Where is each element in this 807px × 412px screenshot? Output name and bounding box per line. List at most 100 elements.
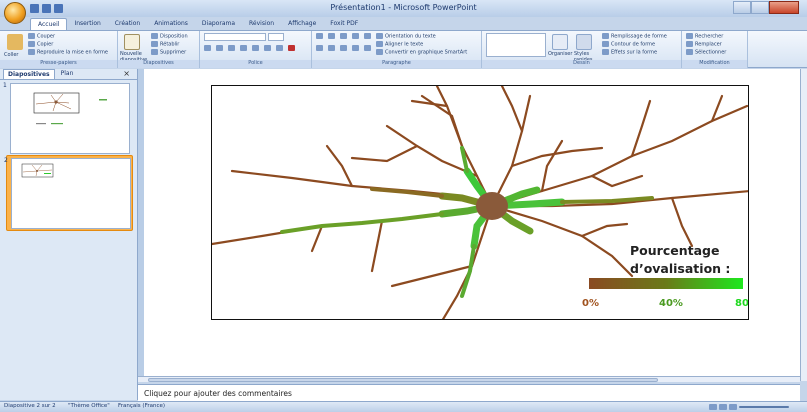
group-caption: Diapositives <box>118 60 199 68</box>
reset-icon <box>151 41 158 47</box>
find-button[interactable]: Rechercher <box>686 33 723 40</box>
notes-pane[interactable]: Cliquez pour ajouter des commentaires <box>138 384 800 401</box>
zoom-slider[interactable] <box>739 406 789 408</box>
shape-outline-button[interactable]: Contour de forme <box>602 41 655 48</box>
view-controls <box>709 404 789 410</box>
tab-creation[interactable]: Création <box>108 18 147 30</box>
arrange-icon[interactable] <box>552 34 568 50</box>
bullets-icon[interactable] <box>316 33 323 39</box>
align-text-icon <box>376 41 383 47</box>
normal-view-icon[interactable] <box>709 404 717 410</box>
replace-button[interactable]: Remplacer <box>686 41 722 48</box>
slide-thumbnail-2[interactable]: 2 <box>4 155 133 231</box>
list-buttons <box>316 33 373 39</box>
ribbon: Coller Couper Copier Reproduire la mise … <box>0 30 807 68</box>
format-painter-button[interactable]: Reproduire la mise en forme <box>28 49 108 56</box>
italic-icon[interactable] <box>216 45 223 51</box>
slide-number: 2 <box>4 157 8 164</box>
sorter-view-icon[interactable] <box>719 404 727 410</box>
legend-tick-0: 0% <box>582 298 599 309</box>
justify-icon[interactable] <box>352 45 359 51</box>
ribbon-tabs: Accueil Insertion Création Animations Di… <box>30 18 365 30</box>
group-font: Police <box>200 31 312 68</box>
layout-button[interactable]: Disposition <box>151 33 188 40</box>
font-size-select[interactable] <box>268 33 284 41</box>
shapes-gallery[interactable] <box>486 33 546 57</box>
tab-revision[interactable]: Révision <box>242 18 281 30</box>
tab-accueil[interactable]: Accueil <box>30 18 68 30</box>
close-panel-button[interactable]: × <box>123 69 130 78</box>
tab-insertion[interactable]: Insertion <box>67 18 107 30</box>
tab-affichage[interactable]: Affichage <box>281 18 323 30</box>
notes-placeholder: Cliquez pour ajouter des commentaires <box>144 389 292 398</box>
paste-button[interactable]: Coller <box>4 52 18 58</box>
cut-button[interactable]: Couper <box>28 33 55 40</box>
panel-tabs: Diapositives Plan × <box>0 69 137 80</box>
slides-panel: Diapositives Plan × 1 2 <box>0 69 138 400</box>
slide-thumbnail-1[interactable]: 1 <box>3 81 133 157</box>
status-bar: Diapositive 2 sur 2 "Thème Office" Franç… <box>0 401 807 412</box>
copy-button[interactable]: Copier <box>28 41 53 48</box>
scroll-thumb[interactable] <box>148 378 658 382</box>
close-button[interactable] <box>769 1 799 14</box>
copy-icon <box>28 41 35 47</box>
group-drawing: Organiser Styles rapides Remplissage de … <box>482 31 682 68</box>
quick-styles-icon[interactable] <box>576 34 592 50</box>
group-caption: Paragraphe <box>312 60 481 68</box>
shape-effects-button[interactable]: Effets sur la forme <box>602 49 657 56</box>
numbering-icon[interactable] <box>328 33 335 39</box>
tab-slides[interactable]: Diapositives <box>3 69 55 79</box>
vertical-scrollbar[interactable] <box>800 69 807 381</box>
slide[interactable]: Pourcentaged’ovalisation : 0% 40% 80% <box>144 69 804 376</box>
outdent-icon[interactable] <box>352 33 359 39</box>
indent-icon[interactable] <box>340 33 347 39</box>
smartart-button[interactable]: Convertir en graphique SmartArt <box>376 49 467 56</box>
group-editing: Rechercher Remplacer Sélectionner Modifi… <box>682 31 748 68</box>
brush-icon <box>28 49 35 55</box>
shadow-icon[interactable] <box>252 45 259 51</box>
text-direction-icon <box>376 33 383 39</box>
tab-animations[interactable]: Animations <box>147 18 195 30</box>
font-color-icon[interactable] <box>288 45 295 51</box>
paste-icon[interactable] <box>7 34 23 50</box>
group-caption: Police <box>200 60 311 68</box>
font-name-select[interactable] <box>204 33 266 41</box>
case-icon[interactable] <box>276 45 283 51</box>
underline-icon[interactable] <box>228 45 235 51</box>
new-slide-icon[interactable] <box>124 34 140 50</box>
spacing-icon[interactable] <box>264 45 271 51</box>
arrange-button[interactable]: Organiser <box>548 51 572 57</box>
language[interactable]: Français (France) <box>118 403 165 409</box>
shape-fill-button[interactable]: Remplissage de forme <box>602 33 667 40</box>
align-buttons <box>316 45 373 51</box>
columns-icon[interactable] <box>364 45 371 51</box>
slide-number: 1 <box>3 82 7 89</box>
delete-slide-button[interactable]: Supprimer <box>151 49 186 56</box>
tab-foxit-pdf[interactable]: Foxit PDF <box>323 18 365 30</box>
office-button[interactable] <box>4 2 26 24</box>
align-right-icon[interactable] <box>340 45 347 51</box>
group-paragraph: Orientation du texte Aligner le texte Co… <box>312 31 482 68</box>
align-center-icon[interactable] <box>328 45 335 51</box>
theme-name: "Thème Office" <box>68 403 110 409</box>
text-direction-button[interactable]: Orientation du texte <box>376 33 436 40</box>
cursor-icon <box>686 49 693 55</box>
slide-image[interactable]: Pourcentaged’ovalisation : 0% 40% 80% <box>211 85 749 320</box>
group-caption: Modification <box>682 60 747 68</box>
select-button[interactable]: Sélectionner <box>686 49 726 56</box>
maximize-button[interactable] <box>751 1 769 14</box>
horizontal-scrollbar[interactable] <box>138 376 800 382</box>
strikethrough-icon[interactable] <box>240 45 247 51</box>
legend-title: Pourcentage d’ovalisation : <box>630 243 731 276</box>
reset-button[interactable]: Rétablir <box>151 41 179 48</box>
line-spacing-icon[interactable] <box>364 33 371 39</box>
minimize-button[interactable] <box>733 1 751 14</box>
slideshow-view-icon[interactable] <box>729 404 737 410</box>
thumbnail-1-drawing <box>33 92 107 125</box>
slide-editor[interactable]: Pourcentaged’ovalisation : 0% 40% 80% <box>138 69 804 381</box>
tab-outline[interactable]: Plan <box>57 69 78 79</box>
bold-icon[interactable] <box>204 45 211 51</box>
tab-diaporama[interactable]: Diaporama <box>195 18 242 30</box>
align-left-icon[interactable] <box>316 45 323 51</box>
align-text-button[interactable]: Aligner le texte <box>376 41 423 48</box>
